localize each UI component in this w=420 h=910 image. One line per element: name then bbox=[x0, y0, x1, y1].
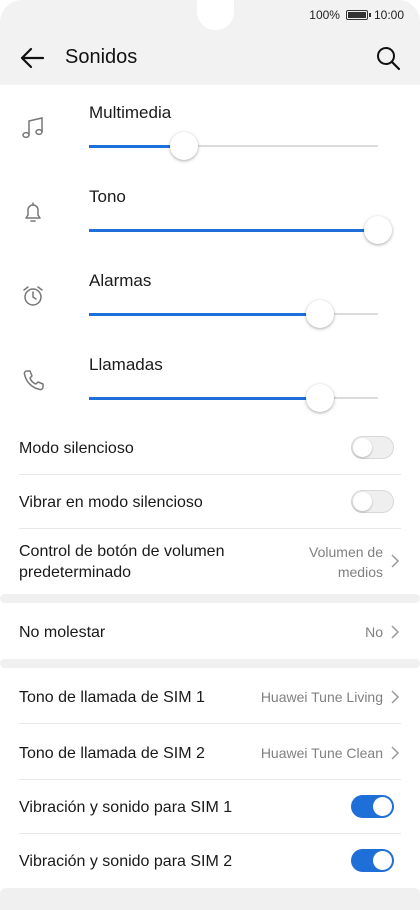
slider-thumb[interactable] bbox=[170, 132, 199, 160]
ringtone-volume-slider[interactable] bbox=[89, 216, 392, 244]
volume-button-label-line1: Control de botón de volumen bbox=[19, 543, 225, 560]
slider-fill bbox=[89, 228, 378, 232]
slider-row-alarmas: Alarmas bbox=[0, 253, 420, 337]
battery-percent: 100% bbox=[309, 8, 340, 22]
sim1-ringtone-row[interactable]: Tono de llamada de SIM 1 Huawei Tune Liv… bbox=[0, 668, 420, 724]
do-not-disturb-row[interactable]: No molestar No bbox=[0, 603, 420, 659]
sim1-ringtone-value: Huawei Tune Living bbox=[260, 689, 383, 705]
sim2-ringtone-row[interactable]: Tono de llamada de SIM 2 Huawei Tune Cle… bbox=[0, 724, 420, 780]
sound-settings-screen: 100% 10:00 Sonidos Multimedia Tono Alarm… bbox=[0, 0, 420, 910]
silent-mode-row[interactable]: Modo silencioso bbox=[0, 421, 420, 475]
sim2-vibration-toggle[interactable] bbox=[351, 849, 394, 872]
status-bar: 100% 10:00 bbox=[0, 0, 420, 30]
slider-label: Llamadas bbox=[89, 355, 163, 374]
slider-row-llamadas: Llamadas bbox=[0, 337, 420, 421]
volume-button-label: Control de botón de volumen predetermina… bbox=[19, 541, 224, 583]
slider-label: Tono bbox=[89, 187, 126, 206]
status-indicators: 100% 10:00 bbox=[309, 8, 404, 22]
silent-mode-toggle[interactable] bbox=[351, 436, 394, 459]
alarm-clock-icon bbox=[23, 286, 43, 306]
bell-icon bbox=[25, 202, 41, 222]
section-separator bbox=[0, 659, 420, 668]
vibrate-silent-label: Vibrar en modo silencioso bbox=[19, 494, 203, 511]
camera-notch bbox=[197, 0, 234, 30]
music-note-icon bbox=[22, 117, 43, 139]
toggle-knob bbox=[373, 851, 392, 870]
app-header: Sonidos bbox=[0, 30, 420, 85]
volume-button-label-line2: predeterminado bbox=[19, 564, 132, 581]
chevron-right-icon bbox=[391, 690, 400, 704]
slider-row-tono: Tono bbox=[0, 169, 420, 253]
sim1-ringtone-label: Tono de llamada de SIM 1 bbox=[19, 689, 205, 706]
sim1-vibration-label: Vibración y sonido para SIM 1 bbox=[19, 799, 233, 816]
clock: 10:00 bbox=[373, 8, 404, 22]
slider-fill bbox=[89, 396, 321, 400]
multimedia-volume-slider[interactable] bbox=[89, 132, 378, 160]
chevron-right-icon bbox=[391, 554, 400, 568]
battery-icon bbox=[345, 10, 371, 20]
toggle-knob bbox=[373, 797, 392, 816]
toggle-knob bbox=[353, 492, 372, 511]
slider-fill bbox=[89, 312, 321, 316]
sim2-ringtone-label: Tono de llamada de SIM 2 bbox=[19, 745, 205, 762]
silent-mode-label: Modo silencioso bbox=[19, 440, 134, 457]
chevron-right-icon bbox=[391, 746, 400, 760]
volume-button-row[interactable]: Control de botón de volumen predetermina… bbox=[0, 529, 420, 593]
call-volume-slider[interactable] bbox=[89, 384, 378, 412]
slider-label: Alarmas bbox=[89, 271, 152, 290]
volume-button-value-line1: Volumen de bbox=[309, 544, 383, 560]
volume-button-value: Volumen de medios bbox=[309, 542, 383, 582]
bottom-separator bbox=[0, 888, 420, 910]
do-not-disturb-label: No molestar bbox=[19, 624, 106, 641]
back-arrow-icon[interactable] bbox=[18, 44, 46, 72]
sim2-vibration-label: Vibración y sonido para SIM 2 bbox=[19, 853, 233, 870]
search-icon[interactable] bbox=[374, 44, 402, 72]
vibrate-silent-row[interactable]: Vibrar en modo silencioso bbox=[0, 475, 420, 529]
slider-thumb[interactable] bbox=[364, 216, 392, 244]
sim2-vibration-row[interactable]: Vibración y sonido para SIM 2 bbox=[0, 834, 420, 888]
sim2-ringtone-value: Huawei Tune Clean bbox=[260, 745, 383, 761]
slider-row-multimedia: Multimedia bbox=[0, 85, 420, 169]
alarm-volume-slider[interactable] bbox=[89, 300, 378, 328]
page-title: Sonidos bbox=[65, 46, 138, 68]
slider-label: Multimedia bbox=[89, 103, 172, 122]
vibrate-silent-toggle[interactable] bbox=[351, 490, 394, 513]
sim1-vibration-row[interactable]: Vibración y sonido para SIM 1 bbox=[0, 780, 420, 834]
chevron-right-icon bbox=[391, 625, 400, 639]
volume-button-value-line2: medios bbox=[337, 564, 383, 580]
do-not-disturb-value: No bbox=[365, 624, 383, 640]
sim1-vibration-toggle[interactable] bbox=[351, 795, 394, 818]
phone-icon bbox=[23, 370, 44, 391]
slider-thumb[interactable] bbox=[306, 300, 335, 328]
toggle-knob bbox=[353, 438, 372, 457]
slider-thumb[interactable] bbox=[306, 384, 335, 412]
section-separator bbox=[0, 594, 420, 603]
